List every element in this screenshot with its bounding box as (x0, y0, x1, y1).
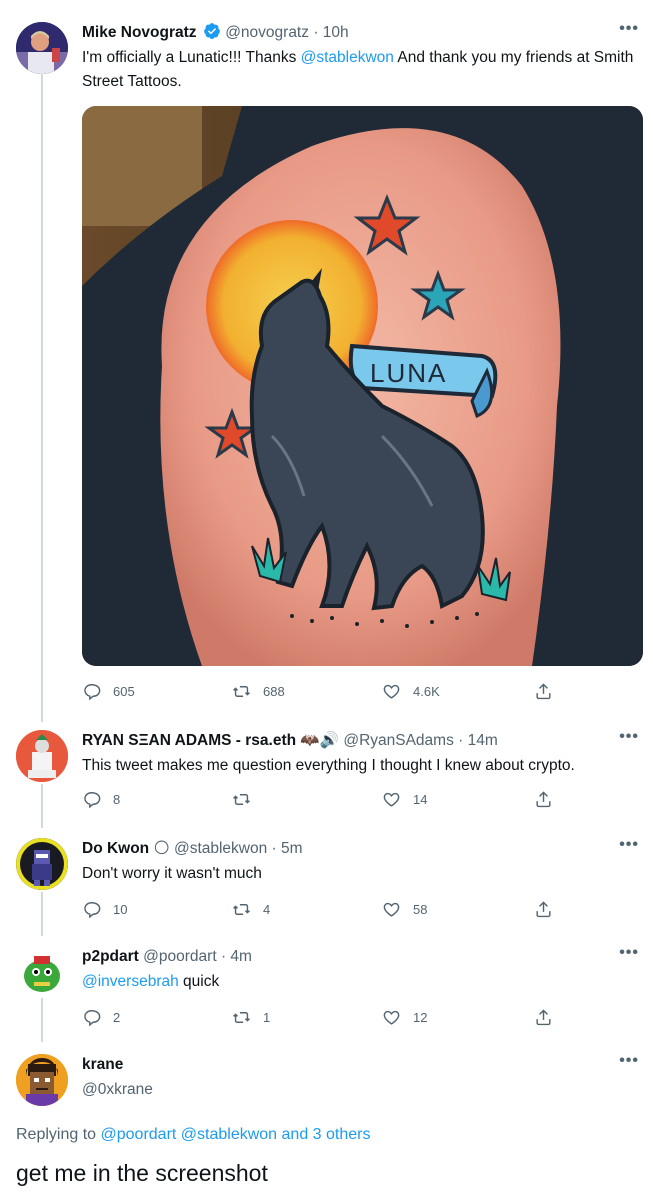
timestamp[interactable]: · 10h (313, 24, 348, 41)
like-count: 14 (413, 791, 428, 807)
like-count: 4.6K (413, 683, 440, 699)
reply-count: 605 (113, 683, 135, 699)
verified-badge-icon (203, 23, 220, 39)
tweet-actions: 10 4 58 (82, 898, 563, 920)
more-options-icon[interactable]: ••• (619, 1052, 639, 1070)
like-count: 12 (413, 1009, 428, 1025)
timestamp[interactable]: · 4m (221, 948, 252, 965)
avatar[interactable] (16, 1054, 68, 1106)
more-options-icon[interactable]: ••• (619, 836, 639, 854)
avatar[interactable] (16, 22, 68, 74)
name-emoji: 🦇🔊 (300, 732, 340, 749)
timestamp[interactable]: · 5m (272, 840, 303, 857)
replying-to-targets[interactable]: @poordart @stablekwon and 3 others (101, 1126, 371, 1143)
retweet-action[interactable] (232, 788, 263, 810)
display-name[interactable]: Mike Novogratz (82, 24, 197, 41)
handle-text: @0xkrane (82, 1081, 153, 1098)
heart-icon (383, 684, 400, 699)
retweet-count: 688 (263, 683, 285, 699)
display-name[interactable]: Do Kwon (82, 840, 149, 857)
reply-icon (84, 1009, 101, 1026)
mention-link[interactable]: @inversebrah (82, 973, 179, 990)
reply-icon (84, 791, 101, 808)
banner-text: LUNA (370, 358, 447, 388)
reply-icon (84, 901, 101, 918)
share-icon (536, 682, 551, 699)
handle[interactable]: @0xkrane (82, 1078, 641, 1102)
tweet-header: Do Kwon 🌕 @stablekwon · 5m (82, 838, 613, 860)
more-options-icon[interactable]: ••• (619, 20, 639, 38)
reply-action[interactable]: 10 (82, 898, 127, 920)
retweet-count: 4 (263, 901, 271, 917)
tweet-text-part: I'm officially a Lunatic!!! Thanks (82, 49, 301, 66)
tweet-actions: 605 688 4.6K (82, 680, 563, 702)
share-icon (536, 900, 551, 917)
tweet-novogratz[interactable]: Mike Novogratz @novogratz · 10h ••• I'm … (0, 20, 653, 722)
tattoo-photo-illustration: LUNA (82, 106, 643, 666)
like-action[interactable]: 14 (382, 788, 427, 810)
tweet-ryansadams[interactable]: RYAN SΞAN ADAMS - rsa.eth 🦇🔊 @RyanSAdams… (0, 728, 653, 830)
tweet-header: RYAN SΞAN ADAMS - rsa.eth 🦇🔊 @RyanSAdams… (82, 730, 613, 752)
retweet-icon (233, 903, 250, 915)
share-action[interactable] (534, 1006, 565, 1028)
retweet-icon (233, 685, 250, 697)
tweet-poordart[interactable]: p2pdart @poordart · 4m ••• @inversebrah … (0, 944, 653, 1046)
retweet-count: 1 (263, 1009, 271, 1025)
tweet-stablekwon[interactable]: Do Kwon 🌕 @stablekwon · 5m ••• Don't wor… (0, 836, 653, 938)
reply-action[interactable]: 8 (82, 788, 120, 810)
display-name[interactable]: p2pdart (82, 948, 139, 965)
like-count: 58 (413, 901, 428, 917)
name-emoji: 🌕 (153, 840, 170, 857)
tweet-text: @inversebrah quick (82, 970, 641, 994)
mention-link[interactable]: @stablekwon (301, 49, 394, 66)
share-action[interactable] (534, 788, 565, 810)
heart-icon (383, 792, 400, 807)
like-action[interactable]: 12 (382, 1006, 427, 1028)
heart-icon (383, 902, 400, 917)
display-name[interactable]: krane (82, 1056, 123, 1073)
tweet-actions: 2 1 12 (82, 1006, 563, 1028)
replying-to: Replying to @poordart @stablekwon and 3 … (16, 1126, 370, 1144)
tweet-header: Mike Novogratz @novogratz · 10h (82, 22, 613, 44)
reply-action[interactable]: 2 (82, 1006, 120, 1028)
retweet-action[interactable]: 688 (232, 680, 285, 702)
avatar[interactable] (16, 838, 68, 890)
reply-count: 10 (113, 901, 128, 917)
handle[interactable]: @RyanSAdams (343, 732, 454, 749)
handle[interactable]: @poordart (143, 948, 216, 965)
avatar[interactable] (16, 946, 68, 998)
retweet-icon (233, 793, 250, 805)
reply-text: get me in the screenshot (16, 1160, 268, 1186)
share-action[interactable] (534, 680, 565, 702)
share-icon (536, 790, 551, 807)
tweet-header: p2pdart @poordart · 4m (82, 946, 613, 968)
like-action[interactable]: 4.6K (382, 680, 440, 702)
tweet-actions: 8 14 (82, 788, 563, 810)
handle[interactable]: @stablekwon (174, 840, 267, 857)
tweet-text: I'm officially a Lunatic!!! Thanks @stab… (82, 46, 641, 94)
more-options-icon[interactable]: ••• (619, 728, 639, 746)
reply-count: 2 (113, 1009, 121, 1025)
share-action[interactable] (534, 898, 565, 920)
share-icon (536, 1008, 551, 1025)
more-options-icon[interactable]: ••• (619, 944, 639, 962)
reply-icon (84, 683, 101, 700)
reply-count: 8 (113, 791, 121, 807)
tweet-text: Don't worry it wasn't much (82, 865, 262, 882)
tweet-text: This tweet makes me question everything … (82, 757, 575, 774)
retweet-icon (233, 1011, 250, 1023)
display-name[interactable]: RYAN SΞAN ADAMS - rsa.eth (82, 732, 296, 749)
avatar[interactable] (16, 730, 68, 782)
like-action[interactable]: 58 (382, 898, 427, 920)
retweet-action[interactable]: 1 (232, 1006, 270, 1028)
tweet-header: krane (82, 1054, 613, 1076)
replying-to-label: Replying to (16, 1126, 101, 1143)
retweet-action[interactable]: 4 (232, 898, 270, 920)
reply-action[interactable]: 605 (82, 680, 135, 702)
tweet-text-part: quick (178, 973, 220, 990)
timestamp[interactable]: · 14m (458, 732, 498, 749)
handle[interactable]: @novogratz (225, 24, 309, 41)
tweet-photo[interactable]: LUNA (82, 106, 643, 666)
heart-icon (383, 1010, 400, 1025)
